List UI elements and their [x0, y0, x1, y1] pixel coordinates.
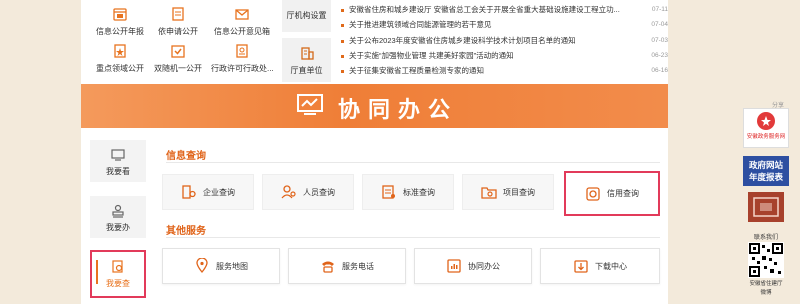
service-label: 信息公开意见箱 — [214, 27, 270, 36]
news-title[interactable]: 关于实施“加强物业管理 共建美好家园”活动的通知 — [349, 48, 639, 63]
side-button-label: 厅直单位 — [290, 66, 323, 75]
news-item[interactable]: 关于推进建筑领域合同能源管理的若干意见 07-04 — [337, 17, 668, 32]
tab-label: 我要办 — [106, 223, 130, 232]
card-label: 项目查询 — [503, 187, 535, 197]
tab-label: 我要看 — [106, 167, 130, 176]
tab-label: 我要查 — [106, 279, 130, 288]
document-edit-icon — [169, 6, 187, 22]
news-date: 07-04 — [651, 21, 668, 29]
tab-handle[interactable]: 我要办 — [90, 196, 146, 238]
seal-icon — [757, 112, 775, 130]
card-label: 服务电话 — [342, 261, 374, 271]
calendar-icon — [111, 6, 129, 22]
monitor-icon — [111, 148, 125, 162]
service-key-areas[interactable]: 重点领域公开 — [89, 43, 151, 74]
query-panel: 信息查询 企业查询 人员查询 标准查询 项目查询 信用查询 其他服务 服务地图 … — [154, 138, 668, 304]
side-button-label: 厅机构设置 — [286, 11, 327, 20]
annual-report-button[interactable]: 政府网站 年度报表 — [743, 156, 789, 186]
contact-us-label[interactable]: 联系我们 — [743, 232, 789, 241]
card-label: 信用查询 — [607, 189, 639, 198]
search-doc-icon — [111, 260, 125, 274]
news-date: 07-03 — [651, 36, 668, 44]
standard-query-button[interactable]: 标准查询 — [362, 174, 454, 210]
news-title[interactable]: 关于公布2023年度安徽省住房城乡建设科学技术计划项目名单的通知 — [349, 33, 639, 48]
service-opinion-box[interactable]: 信息公开意见箱 — [211, 6, 273, 37]
project-query-button[interactable]: 项目查询 — [462, 174, 554, 210]
standard-icon — [381, 184, 397, 200]
map-pin-icon — [194, 257, 210, 274]
other-services-title: 其他服务 — [166, 226, 206, 237]
news-item[interactable]: 安徽省住房和城乡建设厅 安徽省总工会关于开展全省重大基础设施建设工程立功... … — [337, 2, 668, 17]
news-date: 07-11 — [651, 6, 668, 13]
org-structure-button[interactable]: 厅机构设置 — [282, 0, 331, 32]
mail-icon — [233, 6, 251, 22]
collab-office-button[interactable]: 协同办公 — [414, 248, 532, 284]
info-query-title: 信息查询 — [166, 151, 206, 162]
qr-caption-line-1: 安徽省住建厅 — [749, 281, 783, 287]
card-label: 下载中心 — [595, 261, 627, 271]
service-random-inspection[interactable]: 双随机一公开 — [147, 43, 209, 74]
stamp-icon — [111, 204, 125, 218]
download-center-button[interactable]: 下载中心 — [540, 248, 660, 284]
enterprise-query-button[interactable]: 企业查询 — [162, 174, 254, 210]
credit-search-icon — [585, 186, 601, 202]
service-apply-disclosure[interactable]: 依申请公开 — [147, 6, 209, 37]
divider — [166, 162, 660, 163]
license-icon — [233, 43, 251, 59]
qr-caption-line-2: 微博 — [760, 290, 772, 296]
news-title[interactable]: 安徽省住房和城乡建设厅 安徽省总工会关于开展全省重大基础设施建设工程立功... — [349, 2, 639, 17]
news-list: 安徽省住房和城乡建设厅 安徽省总工会关于开展全省重大基础设施建设工程立功... … — [337, 2, 668, 78]
direct-units-button[interactable]: 厅直单位 — [282, 38, 331, 82]
service-label: 依申请公开 — [158, 27, 198, 36]
card-label: 企业查询 — [203, 187, 235, 197]
top-section: 信息公开年报 依申请公开 信息公开意见箱 重点领域公开 双随机一公开 行政许可行… — [81, 0, 668, 84]
download-icon — [573, 258, 589, 274]
shield-check-icon — [169, 43, 187, 59]
service-admin-license[interactable]: 行政许可行政处... — [211, 43, 274, 74]
collab-office-banner[interactable]: 协同办公 — [81, 84, 668, 128]
news-item[interactable]: 关于征集安徽省工程质量检测专家的通知 06-16 — [337, 63, 668, 78]
phone-icon — [320, 258, 336, 274]
service-label: 行政许可行政处... — [211, 64, 274, 73]
news-title[interactable]: 关于推进建筑领域合同能源管理的若干意见 — [349, 17, 639, 32]
report-line-2: 年度报表 — [748, 172, 783, 182]
card-label: 协同办公 — [468, 261, 500, 271]
person-query-button[interactable]: 人员查询 — [262, 174, 354, 210]
tab-view[interactable]: 我要看 — [90, 140, 146, 182]
service-label: 双随机一公开 — [154, 64, 202, 73]
building-icon — [299, 45, 315, 61]
news-date: 06-23 — [651, 51, 668, 59]
tab-query[interactable]: 我要查 — [90, 250, 146, 298]
monitor-chart-icon — [297, 94, 323, 116]
service-label: 信息公开年报 — [96, 27, 144, 36]
news-item[interactable]: 关于公布2023年度安徽省住房城乡建设科学技术计划项目名单的通知 07-03 — [337, 33, 668, 48]
card-label: 服务地图 — [216, 261, 248, 271]
card-label: 标准查询 — [403, 187, 435, 197]
card-label: 人员查询 — [303, 187, 335, 197]
service-annual-report[interactable]: 信息公开年报 — [89, 6, 151, 37]
weibo-qr-code — [748, 242, 784, 278]
gov-service-logo[interactable]: 安徽政务服务网 — [743, 108, 789, 148]
enterprise-icon — [181, 184, 197, 200]
logo-caption: 安徽政务服务网 — [746, 134, 786, 140]
news-item[interactable]: 关于实施“加强物业管理 共建美好家园”活动的通知 06-23 — [337, 48, 668, 63]
credit-query-button[interactable]: 信用查询 — [564, 171, 660, 216]
content-page: 信息公开年报 依申请公开 信息公开意见箱 重点领域公开 双随机一公开 行政许可行… — [81, 0, 668, 304]
badge-icon — [111, 43, 129, 59]
service-label: 重点领域公开 — [96, 64, 144, 73]
qr-caption: 安徽省住建厅 微博 — [743, 280, 789, 298]
divider — [166, 237, 660, 238]
report-line-1: 政府网站 — [748, 160, 783, 170]
contact-us-image[interactable] — [748, 192, 784, 222]
news-date: 06-16 — [651, 67, 668, 75]
collab-icon — [446, 258, 462, 274]
news-title[interactable]: 关于征集安徽省工程质量检测专家的通知 — [349, 63, 639, 78]
banner-title: 协同办公 — [338, 97, 459, 122]
folder-search-icon — [481, 184, 497, 200]
person-search-icon — [281, 184, 297, 200]
service-phone-button[interactable]: 服务电话 — [288, 248, 406, 284]
service-map-button[interactable]: 服务地图 — [162, 248, 280, 284]
